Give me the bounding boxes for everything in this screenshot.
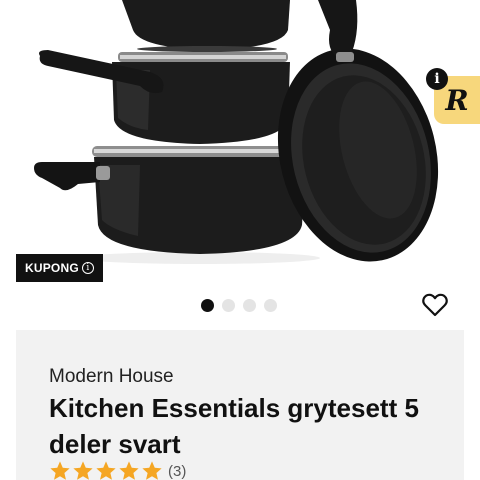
coupon-badge[interactable]: KUPONG i xyxy=(16,254,103,282)
gallery-pagination xyxy=(201,299,277,312)
product-title: Kitchen Essentials grytesett 5 deler sva… xyxy=(49,393,419,459)
badge-info-icon[interactable]: i xyxy=(426,68,448,90)
product-rating[interactable]: (3) xyxy=(49,460,186,480)
gallery-dot[interactable] xyxy=(201,299,214,312)
cookware-set-illustration xyxy=(34,0,439,264)
star-icon xyxy=(119,461,139,480)
gallery-dot[interactable] xyxy=(243,299,256,312)
gallery-dot[interactable] xyxy=(222,299,235,312)
gallery-dot[interactable] xyxy=(264,299,277,312)
star-icon xyxy=(142,461,162,480)
coupon-label: KUPONG xyxy=(25,261,79,275)
product-info-panel: Modern House Kitchen Essentials gryteset… xyxy=(16,330,464,480)
rating-count: (3) xyxy=(168,462,187,480)
product-image[interactable] xyxy=(0,0,480,290)
reward-badge[interactable]: R i xyxy=(426,68,480,124)
star-icon xyxy=(96,461,116,480)
star-icon xyxy=(73,461,93,480)
info-icon: i xyxy=(81,262,94,274)
brand-name[interactable]: Modern House xyxy=(49,366,174,388)
wishlist-heart-icon[interactable] xyxy=(422,293,448,317)
star-icon xyxy=(50,461,70,480)
